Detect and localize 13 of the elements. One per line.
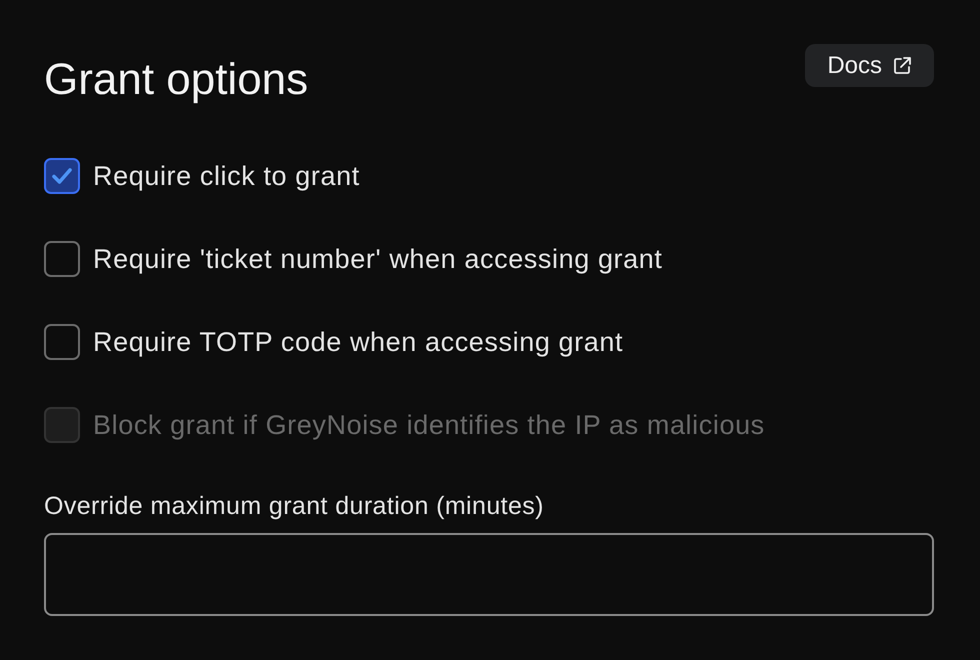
duration-input[interactable] [44,533,934,616]
check-icon [51,167,73,185]
checkbox-label: Require 'ticket number' when accessing grant [93,242,662,276]
checkbox-label: Require TOTP code when accessing grant [93,326,624,359]
checkbox[interactable] [44,158,80,194]
external-link-icon [892,56,912,76]
checkbox-label: Block grant if GreyNoise identifies the IP as malicious [93,408,765,442]
checkbox[interactable] [44,241,80,277]
checkbox[interactable] [44,324,80,360]
docs-button[interactable]: Docs [805,44,934,87]
checkbox-label: Require click to grant [93,160,360,193]
field-label: Override maximum grant duration (minutes) [44,491,545,521]
page-title: Grant options [44,54,308,102]
